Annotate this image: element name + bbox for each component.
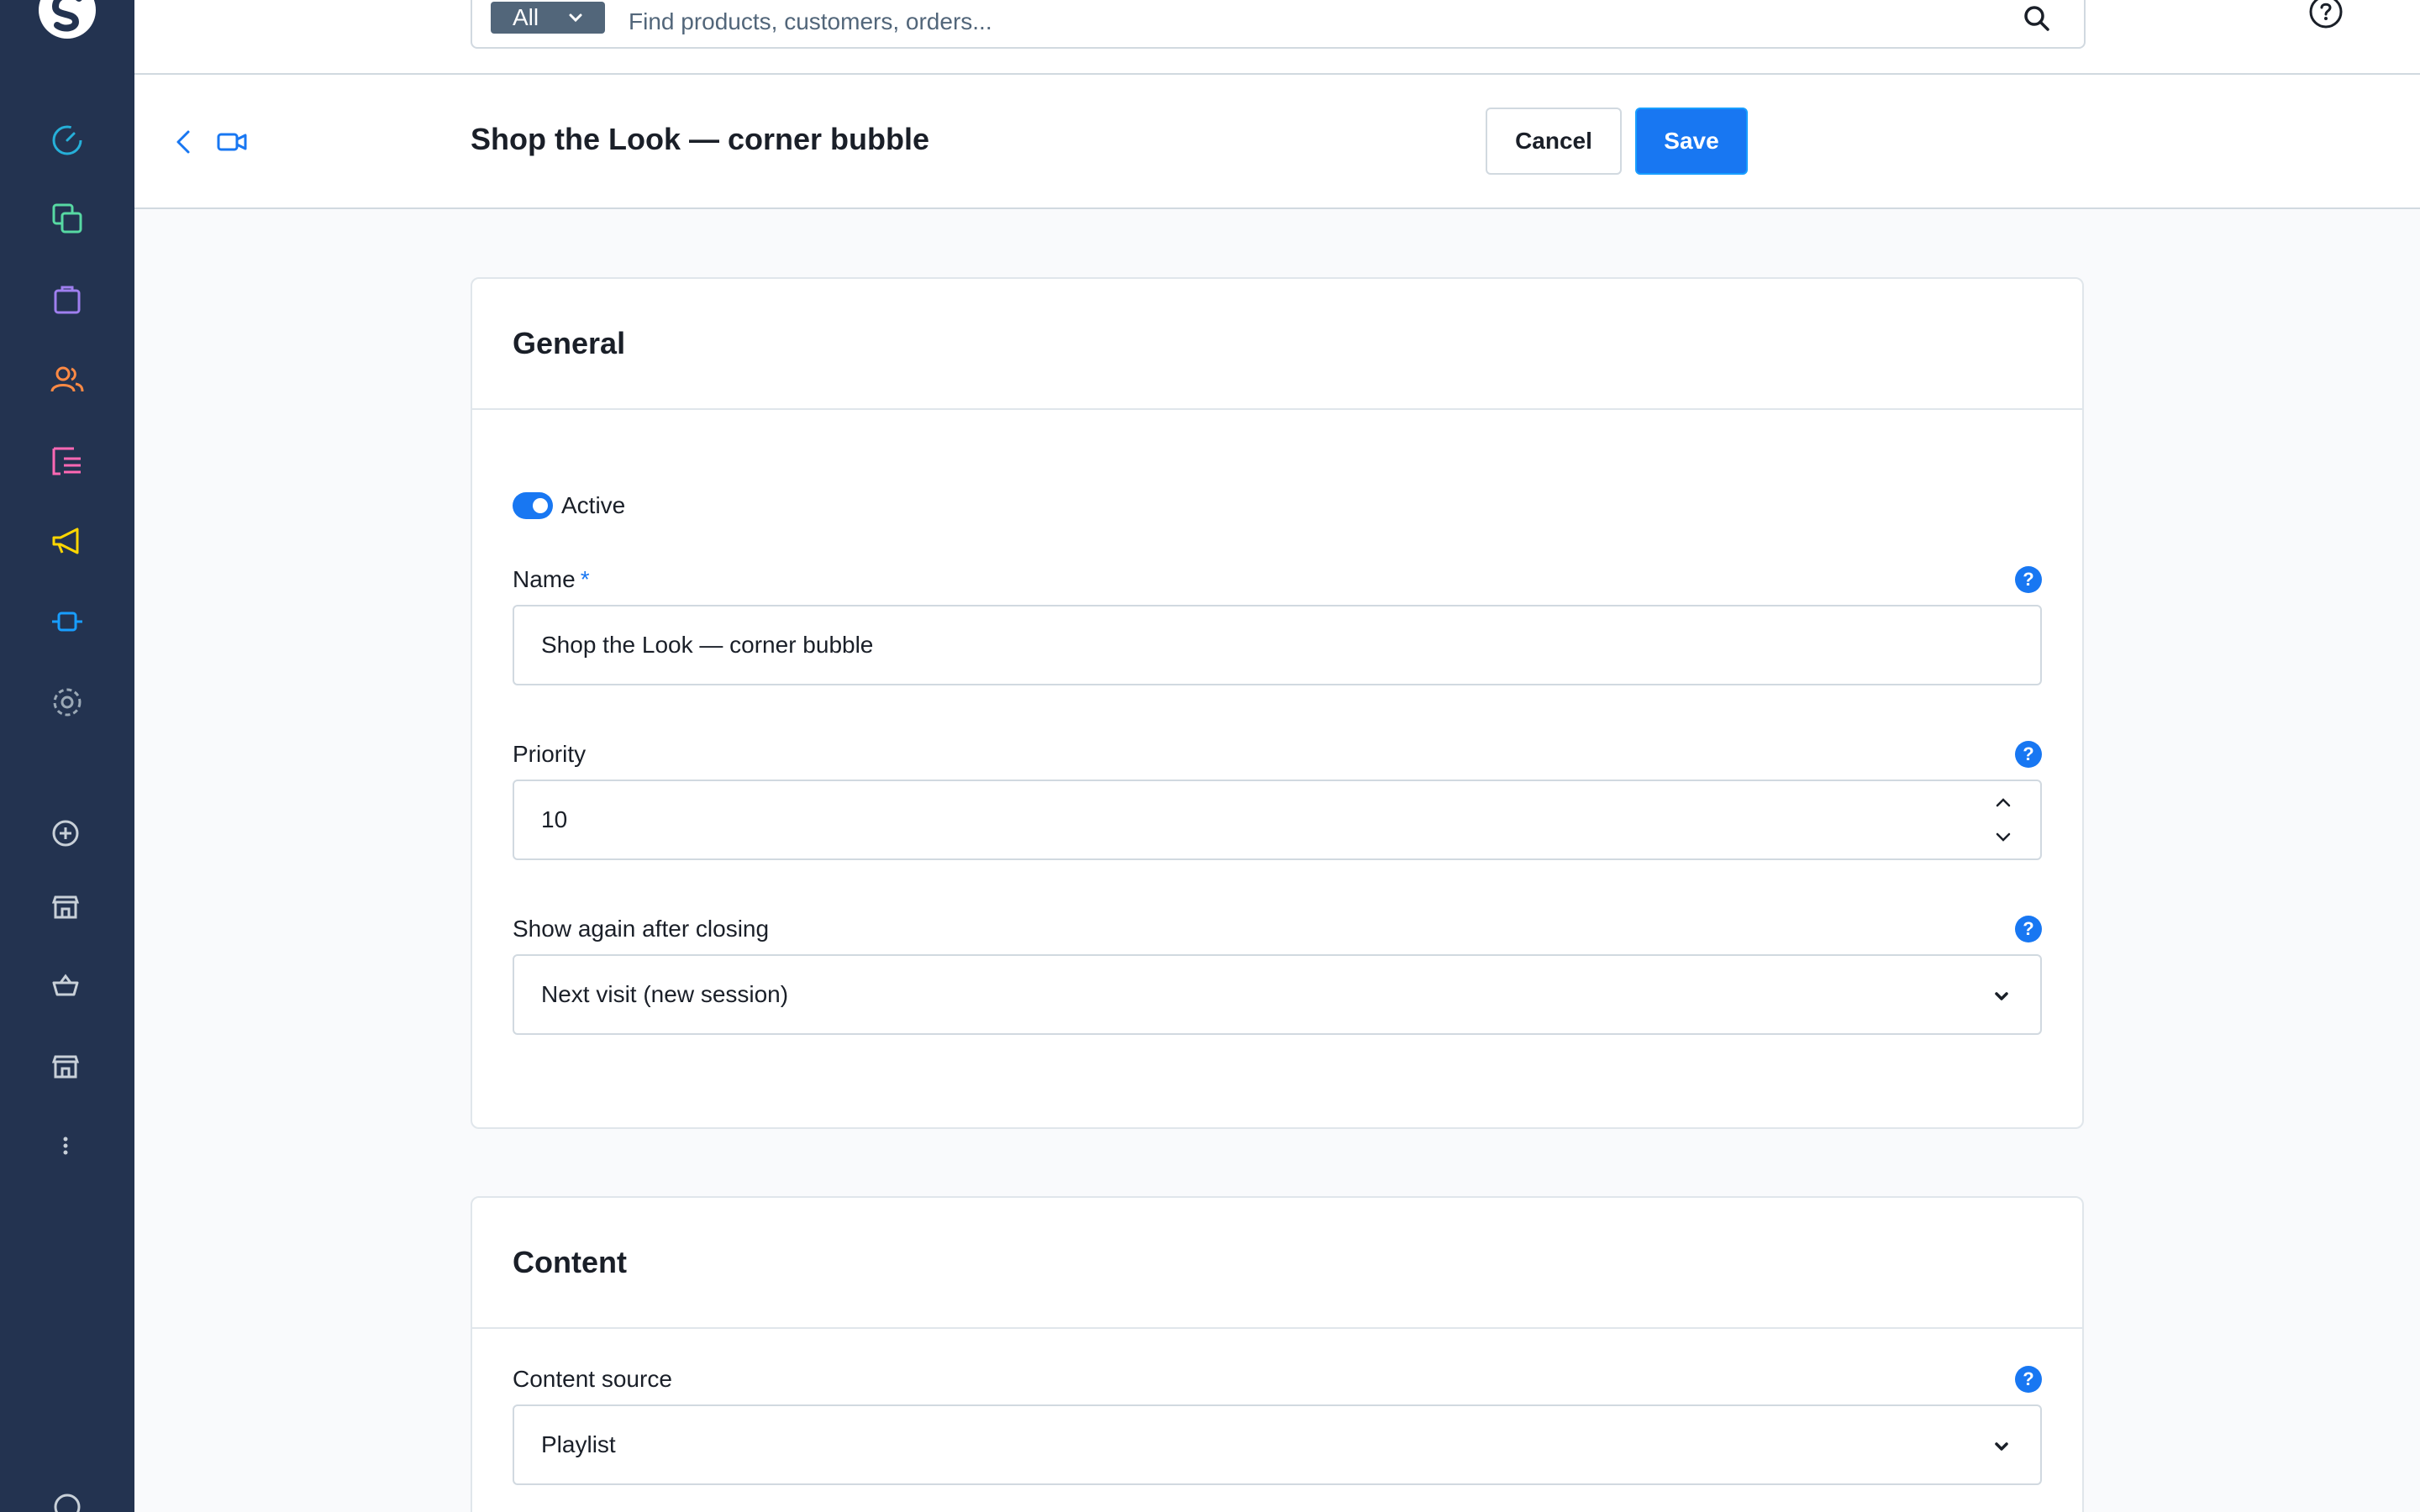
required-mark: * (580, 566, 590, 592)
sidebar-item-extensions[interactable] (47, 601, 87, 642)
back-arrow-icon[interactable] (170, 127, 200, 157)
video-icon[interactable] (215, 127, 249, 157)
smart-bar: Shop the Look — corner bubble Cancel Sav… (134, 75, 2420, 209)
show-again-select[interactable]: Next visit (new session) (513, 954, 2042, 1035)
storefront-icon (51, 895, 80, 919)
show-again-help-icon[interactable]: ? (2015, 916, 2042, 942)
chevron-down-icon (1995, 1442, 2008, 1451)
content-card-header: Content (472, 1198, 2082, 1329)
general-card-header: General (472, 279, 2082, 410)
active-toggle[interactable] (513, 492, 553, 519)
extensions-icon (52, 612, 82, 632)
general-card-title: General (513, 326, 626, 360)
sidebar-item-marketing[interactable] (47, 521, 87, 561)
decrement-chevron-down-icon[interactable] (1991, 825, 2015, 848)
headless-icon (52, 974, 79, 996)
name-label: Name (513, 566, 576, 592)
page-title: Shop the Look — corner bubble (471, 122, 930, 156)
collapse-icon (54, 1494, 81, 1512)
shopware-logo-icon[interactable] (37, 0, 97, 40)
catalogue-icon (52, 203, 82, 234)
dashboard-icon (52, 125, 82, 155)
sidebar-item-orders[interactable] (47, 279, 87, 319)
content-source-selected-value: Playlist (541, 1431, 616, 1457)
name-field: Name * ? Shop the Look — corner bubble (513, 564, 2042, 685)
sidebar-item-catalogues[interactable] (47, 198, 87, 239)
orders-icon (54, 286, 81, 314)
marketing-icon (52, 528, 79, 554)
sidebar-collapse[interactable] (47, 1487, 87, 1512)
general-card: General Active Name * ? Shop the Look — c… (471, 277, 2084, 1129)
sidebar-sales-channel-storefront-2[interactable] (47, 1045, 87, 1085)
content-source-select[interactable]: Playlist (513, 1404, 2042, 1485)
sidebar-item-dashboard[interactable] (47, 118, 87, 159)
sidebar-sales-channel-headless[interactable] (47, 964, 87, 1005)
name-input[interactable]: Shop the Look — corner bubble (513, 605, 2042, 685)
content-icon (52, 447, 81, 475)
show-again-field: Show again after closing ? Next visit (n… (513, 914, 2042, 1035)
customers-icon (50, 366, 84, 392)
sidebar-more[interactable] (47, 1126, 87, 1166)
active-switch[interactable]: Active (513, 492, 625, 519)
sidebar-sales-channel-storefront[interactable] (47, 885, 87, 926)
priority-field: Priority ? 10 (513, 739, 2042, 860)
show-again-selected-value: Next visit (new session) (541, 981, 789, 1007)
content-source-field: Content source ? Playlist (513, 1364, 2042, 1485)
search-icon[interactable] (2020, 2, 2054, 35)
search-input[interactable] (629, 5, 1973, 39)
chevron-down-icon (569, 13, 582, 23)
add-sales-channel-icon (52, 820, 79, 847)
chevron-down-icon (1995, 992, 2008, 1000)
settings-icon (53, 688, 82, 717)
name-input-value: Shop the Look — corner bubble (541, 632, 874, 658)
content-source-help-icon[interactable]: ? (2015, 1366, 2042, 1393)
sidebar-item-settings[interactable] (47, 682, 87, 722)
more-icon (63, 1137, 68, 1155)
content-card-title: Content (513, 1245, 627, 1279)
increment-chevron-up-icon[interactable] (1991, 791, 2015, 815)
admin-sidebar (0, 0, 134, 1512)
sidebar-add-sales-channel[interactable] (47, 811, 87, 852)
priority-label: Priority (513, 741, 587, 767)
search-type-select[interactable]: All (491, 2, 605, 34)
save-button[interactable]: Save (1635, 108, 1748, 175)
content-source-label: Content source (513, 1366, 672, 1392)
global-search: All (471, 0, 2086, 49)
priority-input[interactable]: 10 (513, 780, 2042, 860)
priority-help-icon[interactable]: ? (2015, 741, 2042, 768)
search-bar: All (134, 0, 2420, 75)
sidebar-item-customers[interactable] (47, 360, 87, 400)
storefront-2-icon (51, 1055, 80, 1079)
priority-input-value: 10 (541, 806, 568, 832)
content-card: Content Content source ? Playlist (471, 1196, 2084, 1512)
help-circle-icon[interactable] (2306, 0, 2346, 32)
cancel-button[interactable]: Cancel (1486, 108, 1622, 175)
active-label: Active (561, 492, 626, 518)
sidebar-item-content[interactable] (47, 440, 87, 480)
search-type-label: All (513, 4, 539, 30)
name-help-icon[interactable]: ? (2015, 566, 2042, 593)
show-again-label: Show again after closing (513, 916, 770, 942)
